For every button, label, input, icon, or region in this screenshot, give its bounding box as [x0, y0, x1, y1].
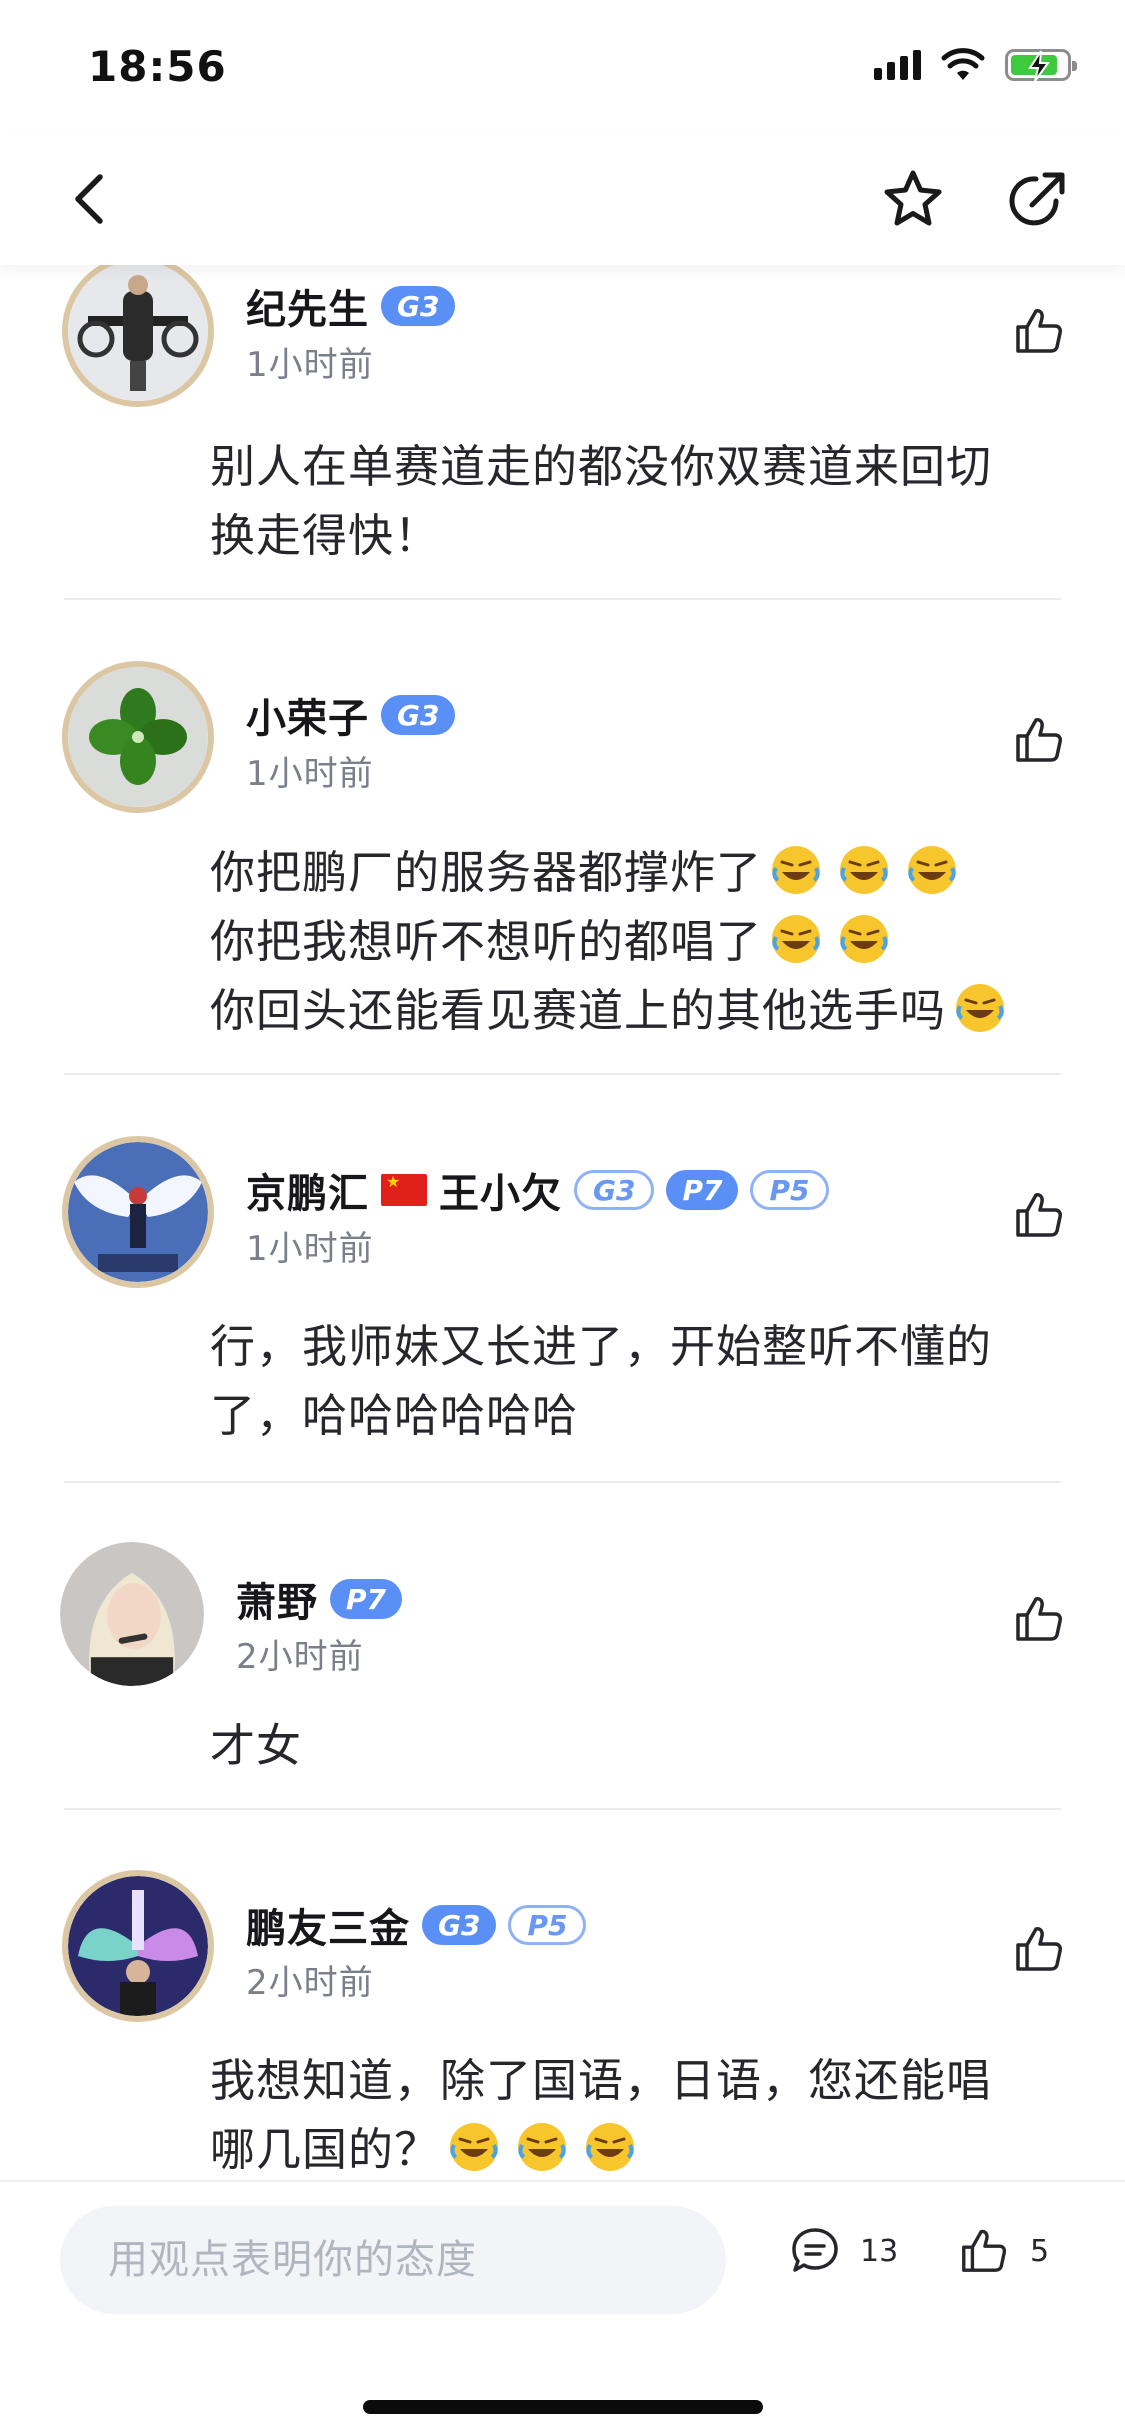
name-row: 京鹏汇 王小欠 G3 P7 P5: [246, 1161, 829, 1219]
screen: 18:56 纪先生 G3 1小时前 别人在单赛道走的都没你双赛道来回切 换走得快…: [0, 0, 1125, 2435]
avatar[interactable]: [62, 1870, 214, 2022]
username[interactable]: 萧野: [236, 1570, 318, 1628]
rolling-laughing-emoji: [840, 846, 889, 894]
comment-item: 萧野 P7 2小时前 才女: [0, 1483, 1125, 1810]
comment-line: 了，哈哈哈哈哈哈: [210, 1389, 579, 1442]
timestamp: 1小时前: [246, 1229, 374, 1269]
rolling-laughing-emoji: [908, 846, 957, 894]
avatar[interactable]: [62, 661, 214, 813]
comment-line: 换走得快！: [210, 509, 441, 562]
comment-text: 行，我师妹又长进了，开始整听不懂的 了，哈哈哈哈哈哈: [210, 1312, 1070, 1450]
wifi-icon: [941, 48, 985, 80]
comment-line: 行，我师妹又长进了，开始整听不懂的: [210, 1320, 993, 1373]
comment-item: 纪先生 G3 1小时前 别人在单赛道走的都没你双赛道来回切 换走得快！: [0, 265, 1125, 600]
rolling-laughing-emoji: [772, 915, 821, 963]
rolling-laughing-emoji: [586, 2123, 635, 2171]
name-row: 纪先生 G3: [246, 277, 456, 335]
like-count-button[interactable]: 5: [958, 2226, 1049, 2276]
comment-count-button[interactable]: 13: [790, 2226, 898, 2276]
china-flag-icon: [381, 1173, 427, 1206]
level-badge: G3: [381, 286, 456, 326]
comment-item: 小荣子 G3 1小时前 你把鹏厂的服务器都撑炸了 你把我想听不想听的都唱了 你回…: [0, 600, 1125, 1075]
comment-line: 你把我想听不想听的都唱了: [210, 907, 1070, 976]
timestamp: 1小时前: [246, 345, 374, 385]
level-badge: G3: [381, 695, 456, 735]
level-badge: P7: [330, 1579, 403, 1619]
thumbs-up-icon[interactable]: [1012, 305, 1064, 357]
comment-text: 你把鹏厂的服务器都撑炸了 你把我想听不想听的都唱了 你回头还能看见赛道上的其他选…: [210, 838, 1070, 1045]
comment-item: 京鹏汇 王小欠 G3 P7 P5 1小时前 行，我师妹又长进了，开始整听不懂的 …: [0, 1075, 1125, 1483]
rolling-laughing-emoji: [772, 846, 821, 894]
rolling-laughing-emoji: [840, 915, 889, 963]
thumbs-up-icon[interactable]: [1012, 714, 1064, 766]
name-row: 鹏友三金 G3 P5: [246, 1896, 587, 1954]
comment-line: 哪几国的？: [210, 2115, 1070, 2180]
thumbs-up-icon[interactable]: [1012, 1923, 1064, 1975]
status-icons: [874, 48, 1077, 82]
level-badge: P7: [666, 1170, 739, 1210]
timestamp: 1小时前: [246, 754, 374, 794]
comment-text: 才女: [210, 1711, 1070, 1780]
level-badge: P5: [508, 1905, 587, 1945]
like-count: 5: [1030, 2233, 1050, 2269]
avatar[interactable]: [62, 1136, 214, 1288]
nav-bar: [0, 135, 1125, 265]
comment-line: 别人在单赛道走的都没你双赛道来回切: [210, 440, 993, 493]
comment-line: 你把鹏厂的服务器都撑炸了: [210, 838, 1070, 907]
chevron-left-icon[interactable]: [62, 169, 122, 229]
comment-item: 鹏友三金 G3 P5 2小时前 我想知道，除了国语，日语，您还能唱 哪几国的？: [0, 1810, 1125, 2180]
thumbs-up-icon[interactable]: [1012, 1593, 1064, 1645]
username[interactable]: 鹏友三金: [246, 1896, 410, 1954]
comment-count: 13: [860, 2233, 899, 2269]
star-outline-icon[interactable]: [880, 167, 946, 233]
share-arrow-icon[interactable]: [1004, 167, 1070, 233]
thumbs-up-icon: [962, 2229, 1007, 2272]
name-row: 萧野 P7: [236, 1570, 403, 1628]
level-badge: G3: [422, 1905, 497, 1945]
comment-line: 我想知道，除了国语，日语，您还能唱: [210, 2054, 993, 2107]
level-badge: P5: [750, 1170, 829, 1210]
status-time: 18:56: [88, 42, 227, 91]
comment-text: 别人在单赛道走的都没你双赛道来回切 换走得快！: [210, 432, 1070, 570]
rolling-laughing-emoji: [450, 2123, 499, 2171]
avatar[interactable]: [62, 265, 214, 407]
timestamp: 2小时前: [236, 1637, 364, 1677]
username[interactable]: 纪先生: [246, 277, 369, 335]
comment-input[interactable]: 用观点表明你的态度: [60, 2206, 726, 2314]
battery-icon: [1005, 49, 1077, 82]
thumbs-up-icon[interactable]: [1012, 1189, 1064, 1241]
comment-list[interactable]: 纪先生 G3 1小时前 别人在单赛道走的都没你双赛道来回切 换走得快！ 小荣子 …: [0, 265, 1125, 2180]
cellular-signal-icon: [874, 50, 921, 80]
comment-line: 你回头还能看见赛道上的其他选手吗: [210, 976, 1070, 1045]
rolling-laughing-emoji: [518, 2123, 567, 2171]
timestamp: 2小时前: [246, 1963, 374, 2003]
status-bar: 18:56: [0, 0, 1125, 135]
level-badge: G3: [574, 1170, 655, 1210]
name-row: 小荣子 G3: [246, 686, 456, 744]
speech-bubble-icon: [792, 2228, 838, 2272]
username-prefix[interactable]: 京鹏汇: [246, 1161, 369, 1219]
home-indicator[interactable]: [363, 2400, 763, 2414]
comment-text: 我想知道，除了国语，日语，您还能唱 哪几国的？: [210, 2046, 1070, 2180]
username-suffix[interactable]: 王小欠: [439, 1161, 562, 1219]
bottom-bar: 用观点表明你的态度 13 5: [0, 2180, 1125, 2435]
comment-line: 才女: [210, 1719, 303, 1772]
avatar[interactable]: [60, 1542, 204, 1686]
username[interactable]: 小荣子: [246, 686, 369, 744]
rolling-laughing-emoji: [956, 984, 1005, 1032]
